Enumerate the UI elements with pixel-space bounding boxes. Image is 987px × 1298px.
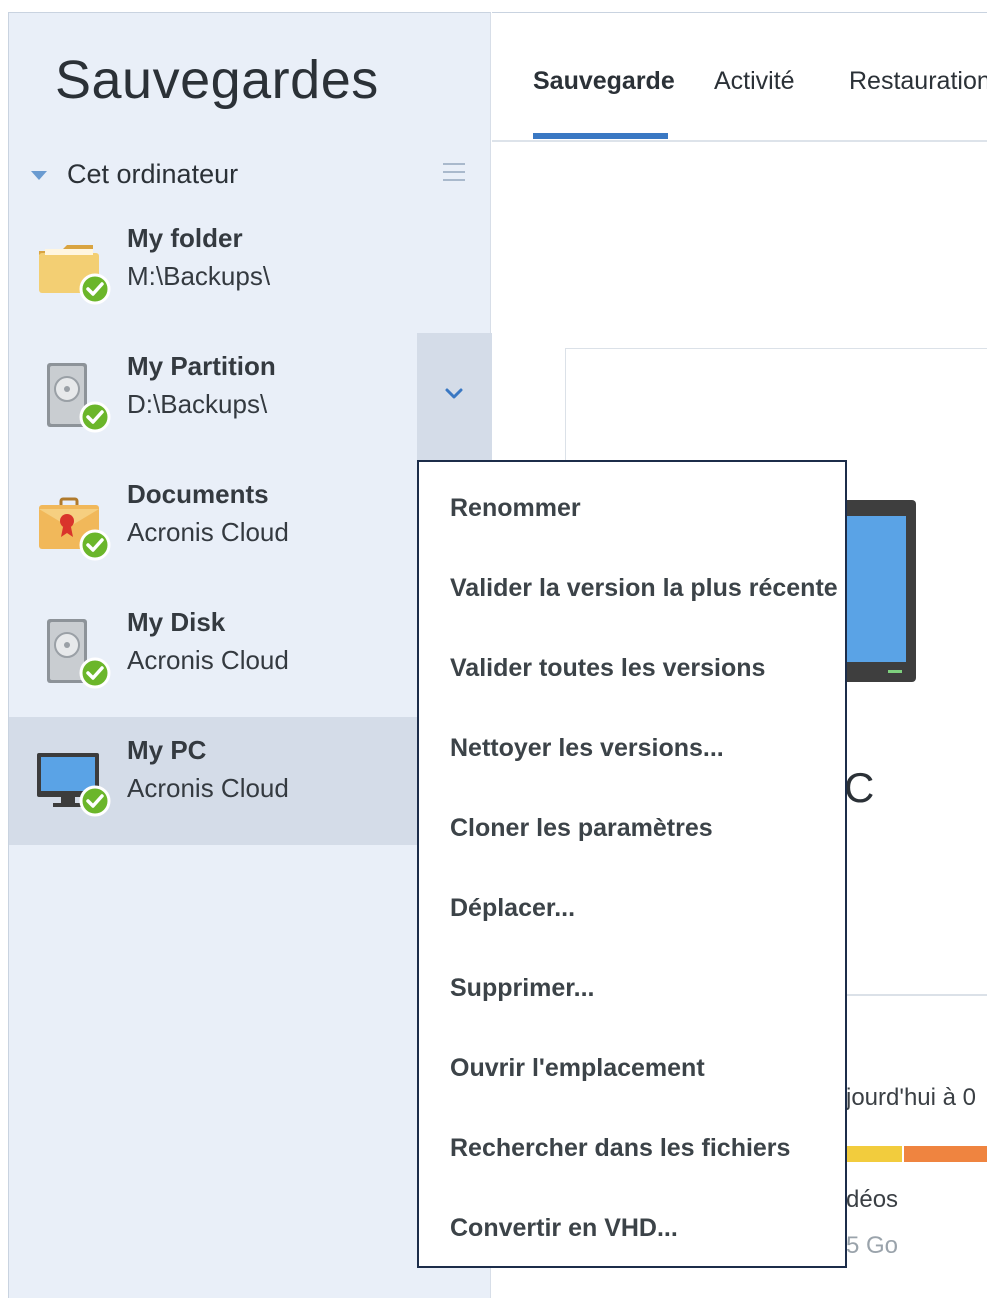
storage-bar-segment-orange bbox=[904, 1146, 987, 1162]
chevron-down-icon bbox=[445, 388, 463, 399]
menu-item-deplacer[interactable]: Déplacer... bbox=[450, 894, 575, 923]
menu-item-valider-toutes[interactable]: Valider toutes les versions bbox=[450, 654, 765, 683]
backup-item-documents[interactable]: Documents Acronis Cloud bbox=[9, 461, 417, 589]
section-this-computer[interactable]: Cet ordinateur bbox=[9, 159, 492, 201]
menu-item-ouvrir-emplacement[interactable]: Ouvrir l'emplacement bbox=[450, 1054, 705, 1083]
item-operations-button[interactable] bbox=[417, 333, 492, 465]
storage-bar-segment-yellow bbox=[846, 1146, 902, 1162]
backup-item-my-disk[interactable]: My Disk Acronis Cloud bbox=[9, 589, 417, 717]
backup-item-my-partition[interactable]: My Partition D:\Backups\ bbox=[9, 333, 417, 461]
hard-drive-icon bbox=[47, 363, 111, 433]
item-location: M:\Backups\ bbox=[127, 261, 271, 291]
item-name: My folder bbox=[127, 223, 243, 253]
section-label: Cet ordinateur bbox=[67, 159, 239, 189]
tabs-divider bbox=[492, 140, 987, 142]
briefcase-icon bbox=[39, 497, 111, 561]
legend-videos: déos bbox=[846, 1186, 899, 1213]
sidebar-title: Sauvegardes bbox=[55, 50, 379, 110]
menu-item-supprimer[interactable]: Supprimer... bbox=[450, 974, 594, 1003]
monitor-icon bbox=[37, 753, 111, 817]
menu-item-convertir-vhd[interactable]: Convertir en VHD... bbox=[450, 1214, 678, 1243]
hard-drive-icon bbox=[47, 619, 111, 689]
main-tab-bar: Sauvegarde Activité Restauration bbox=[492, 12, 987, 141]
sort-menu-icon[interactable] bbox=[443, 163, 465, 183]
active-tab-indicator bbox=[533, 133, 668, 139]
item-name: My Disk bbox=[127, 607, 226, 637]
backup-item-my-pc[interactable]: My PC Acronis Cloud bbox=[9, 717, 417, 845]
menu-item-valider-recente[interactable]: Valider la version la plus récente bbox=[450, 574, 838, 603]
backup-item-my-folder[interactable]: My folder M:\Backups\ bbox=[9, 205, 417, 333]
tab-activite[interactable]: Activité bbox=[714, 67, 795, 96]
menu-item-rechercher[interactable]: Rechercher dans les fichiers bbox=[450, 1134, 790, 1163]
item-location: D:\Backups\ bbox=[127, 389, 268, 419]
menu-item-nettoyer[interactable]: Nettoyer les versions... bbox=[450, 734, 724, 763]
item-name: My PC bbox=[127, 735, 207, 765]
legend-size: 5 Go bbox=[846, 1232, 899, 1259]
source-name: C bbox=[844, 764, 875, 811]
item-location: Acronis Cloud bbox=[127, 645, 289, 675]
item-location: Acronis Cloud bbox=[127, 517, 289, 547]
item-name: My Partition bbox=[127, 351, 276, 381]
folder-icon bbox=[39, 245, 111, 305]
menu-item-cloner[interactable]: Cloner les paramètres bbox=[450, 814, 713, 843]
tab-restauration[interactable]: Restauration bbox=[849, 67, 987, 96]
last-backup-text: jourd'hui à 0 bbox=[846, 1084, 977, 1111]
item-location: Acronis Cloud bbox=[127, 773, 289, 803]
tab-sauvegarde[interactable]: Sauvegarde bbox=[533, 67, 675, 96]
collapse-triangle-icon[interactable] bbox=[31, 171, 47, 180]
item-name: Documents bbox=[127, 479, 269, 509]
menu-item-renommer[interactable]: Renommer bbox=[450, 494, 581, 523]
operations-context-menu: Renommer Valider la version la plus réce… bbox=[417, 460, 847, 1268]
